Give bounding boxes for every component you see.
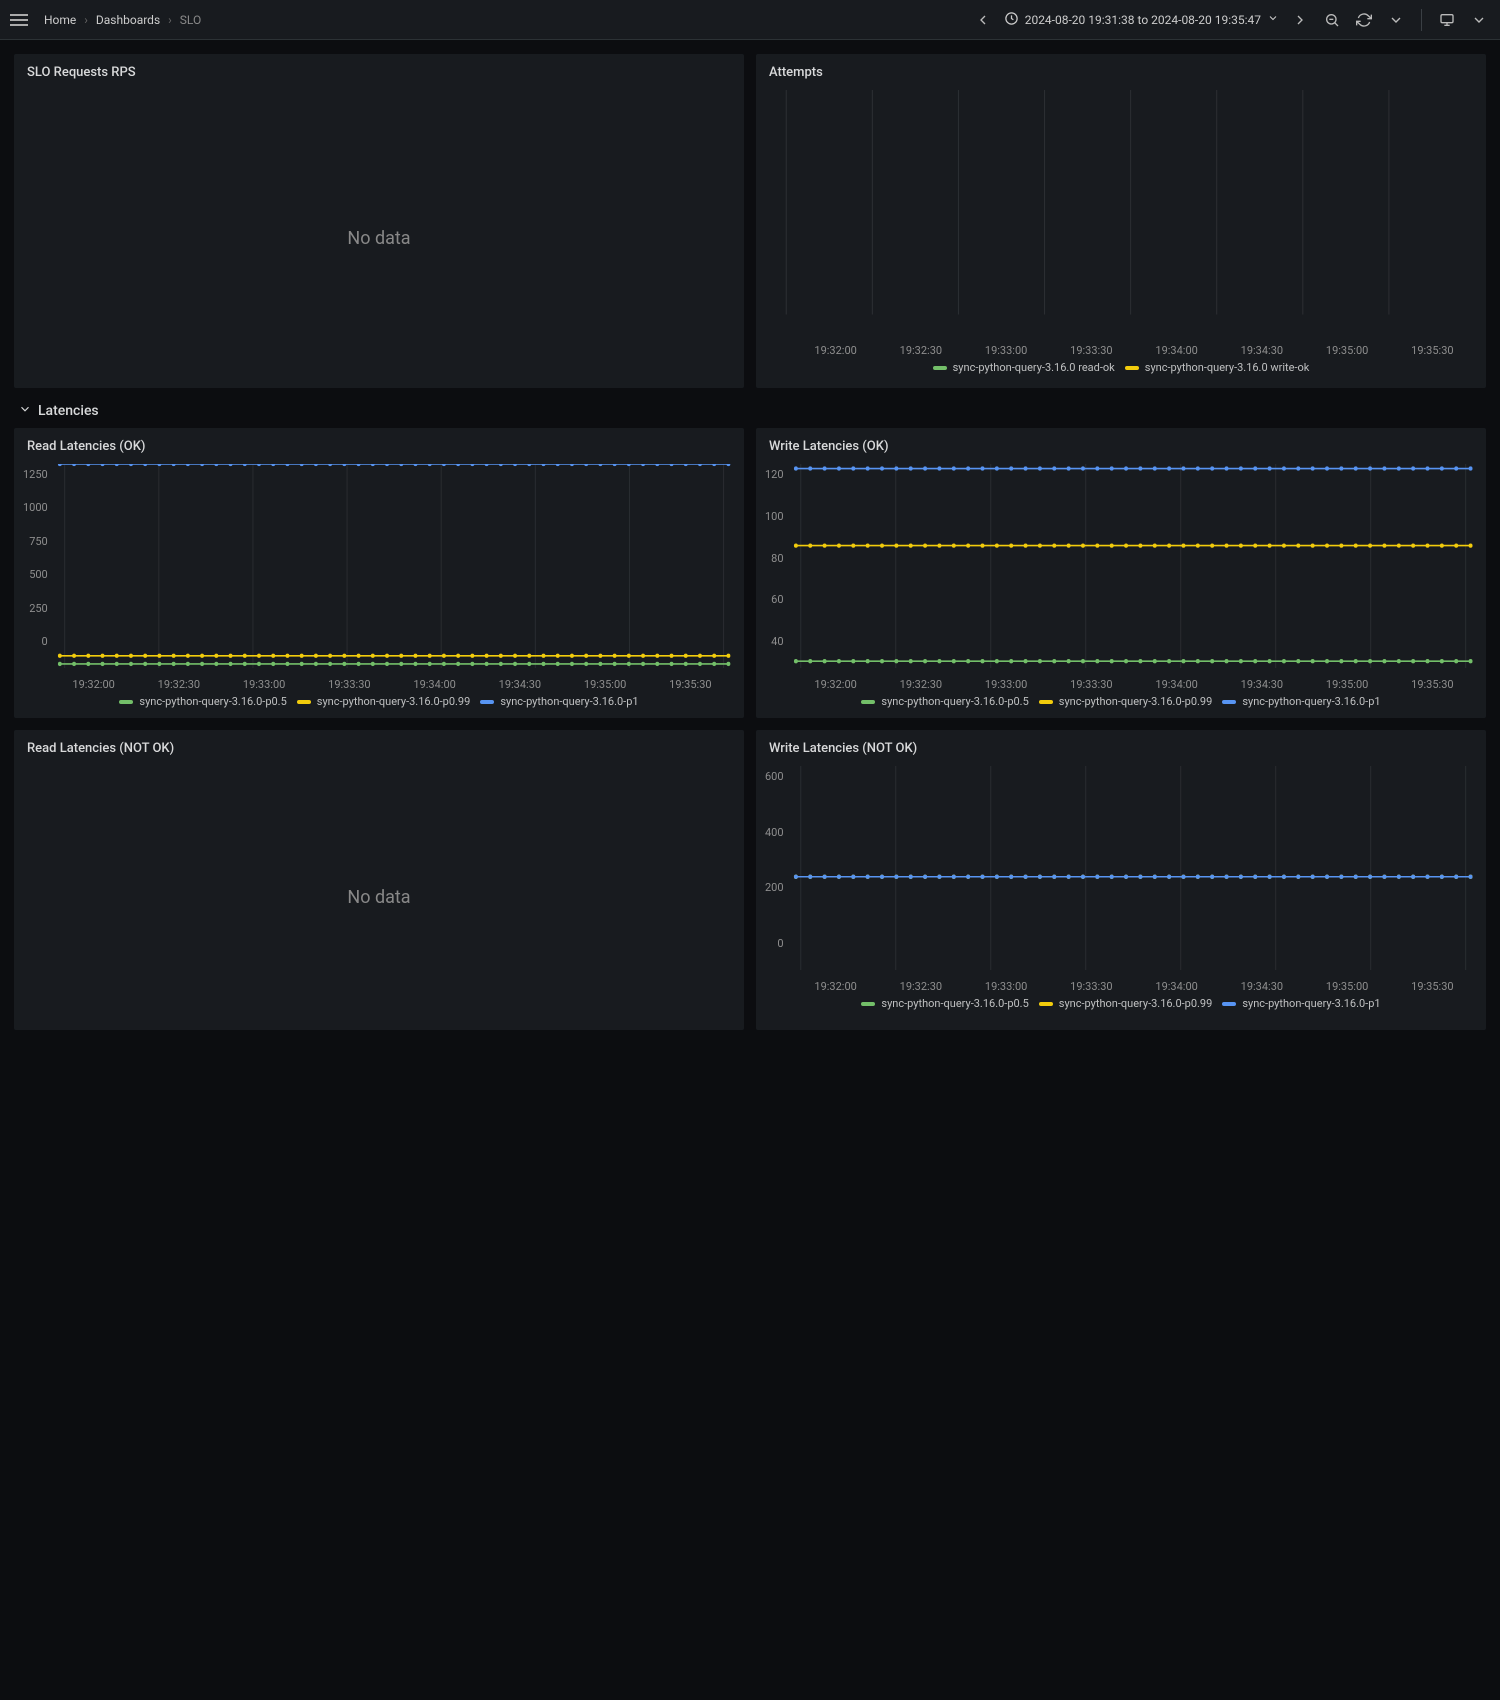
y-axis: 125010007505002500	[23, 464, 54, 668]
panel-attempts[interactable]: Attempts 19:32:0019:3	[756, 54, 1486, 388]
y-axis: 6004002000	[765, 766, 790, 970]
panel-read-latencies-notok[interactable]: Read Latencies (NOT OK) No data	[14, 730, 744, 1030]
chart-plot[interactable]	[790, 766, 1475, 970]
panel-title: Read Latencies (NOT OK)	[15, 731, 743, 766]
menu-toggle[interactable]	[10, 9, 32, 31]
no-data-label: No data	[15, 766, 743, 1029]
legend-item[interactable]: sync-python-query-3.16.0-p0.5	[119, 695, 286, 708]
breadcrumb-dashboards[interactable]: Dashboards	[96, 13, 160, 27]
x-axis: 19:32:0019:32:3019:33:0019:33:3019:34:00…	[15, 674, 743, 691]
panel-title: Attempts	[757, 55, 1485, 90]
time-forward-button[interactable]	[1289, 9, 1311, 31]
legend-swatch	[1222, 1002, 1236, 1006]
legend: sync-python-query-3.16.0-p0.5 sync-python…	[757, 691, 1485, 718]
monitor-button[interactable]	[1436, 9, 1458, 31]
zoom-out-button[interactable]	[1321, 9, 1343, 31]
y-axis: 120100806040	[765, 464, 790, 668]
legend-label: sync-python-query-3.16.0-p1	[500, 695, 638, 708]
panel-write-latencies-ok[interactable]: Write Latencies (OK) 120100806040 19:32:…	[756, 428, 1486, 718]
breadcrumb-sep: ›	[84, 13, 88, 27]
legend-swatch	[1222, 700, 1236, 704]
legend-item[interactable]: sync-python-query-3.16.0-p1	[1222, 997, 1380, 1010]
legend-label: sync-python-query-3.16.0-p0.5	[881, 997, 1028, 1010]
legend-item[interactable]: sync-python-query-3.16.0 write-ok	[1125, 361, 1310, 374]
content: SLO Requests RPS No data Attempts	[0, 40, 1500, 1044]
legend-label: sync-python-query-3.16.0 write-ok	[1145, 361, 1310, 374]
legend-label: sync-python-query-3.16.0-p0.99	[1059, 695, 1213, 708]
chart-plot[interactable]	[765, 90, 1475, 334]
legend-item[interactable]: sync-python-query-3.16.0-p1	[1222, 695, 1380, 708]
x-axis: 19:32:0019:32:3019:33:0019:33:3019:34:00…	[757, 976, 1485, 993]
kiosk-dropdown[interactable]	[1468, 9, 1490, 31]
toolbar: 2024-08-20 19:31:38 to 2024-08-20 19:35:…	[972, 9, 1490, 31]
legend-item[interactable]: sync-python-query-3.16.0-p1	[480, 695, 638, 708]
breadcrumb-home[interactable]: Home	[44, 13, 76, 27]
breadcrumb-sep: ›	[168, 13, 172, 27]
legend-label: sync-python-query-3.16.0 read-ok	[953, 361, 1115, 374]
legend-item[interactable]: sync-python-query-3.16.0-p0.99	[297, 695, 471, 708]
time-range-picker[interactable]: 2024-08-20 19:31:38 to 2024-08-20 19:35:…	[1004, 11, 1279, 29]
panel-title: Write Latencies (NOT OK)	[757, 731, 1485, 766]
breadcrumb: Home › Dashboards › SLO	[44, 13, 972, 27]
chart-plot[interactable]	[790, 464, 1475, 668]
legend-swatch	[1039, 700, 1053, 704]
legend-swatch	[297, 700, 311, 704]
refresh-button[interactable]	[1353, 9, 1375, 31]
legend-label: sync-python-query-3.16.0-p0.99	[317, 695, 471, 708]
chevron-down-icon	[1267, 12, 1279, 27]
panel-slo-requests[interactable]: SLO Requests RPS No data	[14, 54, 744, 388]
legend-label: sync-python-query-3.16.0-p0.5	[881, 695, 1028, 708]
legend-label: sync-python-query-3.16.0-p0.99	[1059, 997, 1213, 1010]
legend-label: sync-python-query-3.16.0-p0.5	[139, 695, 286, 708]
toolbar-divider	[1421, 9, 1422, 31]
legend-swatch	[861, 1002, 875, 1006]
time-back-button[interactable]	[972, 9, 994, 31]
breadcrumb-current: SLO	[180, 13, 201, 27]
legend: sync-python-query-3.16.0-p0.5 sync-python…	[757, 993, 1485, 1020]
panel-title: Write Latencies (OK)	[757, 429, 1485, 464]
legend-item[interactable]: sync-python-query-3.16.0 read-ok	[933, 361, 1115, 374]
panel-title: Read Latencies (OK)	[15, 429, 743, 464]
panel-title: SLO Requests RPS	[15, 55, 743, 90]
refresh-interval-picker[interactable]	[1385, 9, 1407, 31]
legend-swatch	[1125, 366, 1139, 370]
legend-swatch	[480, 700, 494, 704]
legend-swatch	[861, 700, 875, 704]
attempts-chart	[766, 90, 1475, 334]
section-title: Latencies	[38, 403, 99, 419]
legend-swatch	[1039, 1002, 1053, 1006]
legend-swatch	[119, 700, 133, 704]
legend-item[interactable]: sync-python-query-3.16.0-p0.99	[1039, 997, 1213, 1010]
legend-item[interactable]: sync-python-query-3.16.0-p0.99	[1039, 695, 1213, 708]
legend-label: sync-python-query-3.16.0-p1	[1242, 997, 1380, 1010]
chevron-down-icon	[18, 402, 32, 420]
legend: sync-python-query-3.16.0 read-ok sync-pyt…	[757, 357, 1485, 384]
section-latencies-toggle[interactable]: Latencies	[14, 394, 1486, 428]
legend-swatch	[933, 366, 947, 370]
x-axis: 19:32:0019:32:3019:33:0019:33:3019:34:00…	[757, 340, 1485, 357]
x-axis: 19:32:0019:32:3019:33:0019:33:3019:34:00…	[757, 674, 1485, 691]
chart-plot[interactable]	[54, 464, 733, 668]
topbar: Home › Dashboards › SLO 2024-08-20 19:31…	[0, 0, 1500, 40]
legend: sync-python-query-3.16.0-p0.5 sync-python…	[15, 691, 743, 718]
legend-item[interactable]: sync-python-query-3.16.0-p0.5	[861, 997, 1028, 1010]
panel-write-latencies-notok[interactable]: Write Latencies (NOT OK) 6004002000 19:3…	[756, 730, 1486, 1030]
clock-icon	[1004, 11, 1019, 29]
no-data-label: No data	[15, 90, 743, 387]
legend-label: sync-python-query-3.16.0-p1	[1242, 695, 1380, 708]
panel-read-latencies-ok[interactable]: Read Latencies (OK) 125010007505002500 1…	[14, 428, 744, 718]
legend-item[interactable]: sync-python-query-3.16.0-p0.5	[861, 695, 1028, 708]
time-range-text: 2024-08-20 19:31:38 to 2024-08-20 19:35:…	[1025, 13, 1261, 27]
